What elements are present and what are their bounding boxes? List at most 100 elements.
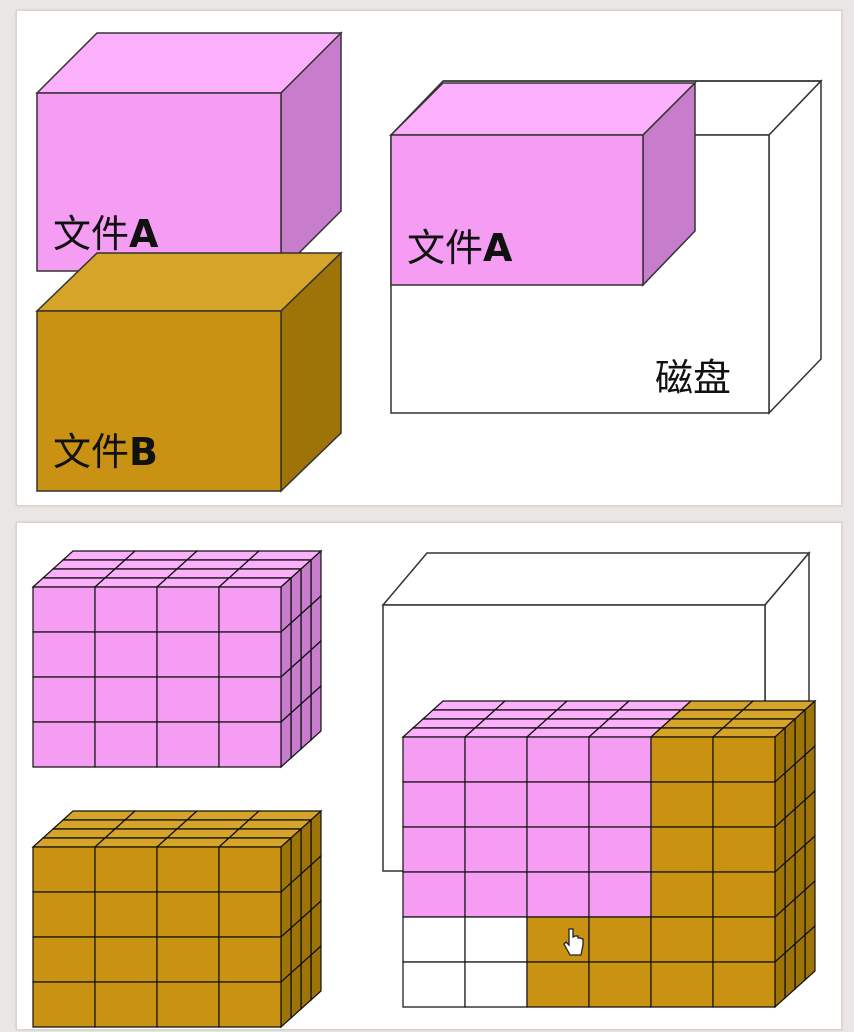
disk-block-top-cell bbox=[411, 718, 487, 729]
disk-block-top-cell bbox=[535, 718, 611, 729]
file-a-block-front-cell bbox=[156, 586, 220, 633]
disk2-top-face bbox=[381, 552, 811, 606]
disk-block-front-cell bbox=[526, 826, 590, 873]
file-a-block-top-cell bbox=[113, 559, 189, 570]
file-a-block-side-cell bbox=[310, 684, 322, 742]
file-a-block-side-cell bbox=[290, 702, 302, 760]
disk-block-front-cell bbox=[712, 736, 776, 783]
file-a-block-top-cell bbox=[61, 550, 137, 561]
file-a-block-front-cell bbox=[32, 676, 96, 723]
disk-block-front-cell bbox=[402, 916, 466, 963]
disk-label: 磁盘 bbox=[655, 356, 731, 400]
file-b-block-front-cell bbox=[156, 846, 220, 893]
disk-block-top-cell bbox=[431, 700, 507, 711]
file-a-block-top-cell bbox=[51, 559, 127, 570]
file-a-block-top-cell bbox=[237, 559, 313, 570]
file-a-block-front-cell bbox=[32, 586, 96, 633]
file-a-block-front-cell bbox=[94, 631, 158, 678]
disk-block-top-cell bbox=[401, 727, 477, 738]
disk-block-top-cell bbox=[525, 727, 601, 738]
disk-block-front-cell bbox=[650, 961, 714, 1008]
disk-block-front-cell bbox=[402, 961, 466, 1008]
file-a-block-front-cell bbox=[94, 676, 158, 723]
file-a-block-top-cell bbox=[41, 568, 117, 579]
file-b-block-top-cell bbox=[103, 828, 179, 839]
disk-side-face bbox=[768, 79, 822, 415]
file-a-block-front-cell bbox=[156, 721, 220, 768]
file-a-block-front-cell bbox=[94, 586, 158, 633]
file-a-block-top-cell bbox=[217, 577, 293, 588]
disk-block-top-cell bbox=[555, 700, 631, 711]
file-b-block-front-cell bbox=[218, 891, 282, 938]
disk-block-side-cell bbox=[784, 942, 796, 1000]
disk-block-top-cell bbox=[607, 709, 683, 720]
file-b-block-front-cell bbox=[32, 891, 96, 938]
file-a-block: 文件A bbox=[35, 31, 343, 273]
file-a-label: 文件A bbox=[53, 212, 159, 256]
file-a-block-top-cell bbox=[175, 559, 251, 570]
disk-block-front-cell bbox=[526, 781, 590, 828]
disk-block-top-cell bbox=[545, 709, 621, 720]
disk-block-front-cell bbox=[650, 871, 714, 918]
file-b-block-side-cell bbox=[310, 944, 322, 1002]
file-b-block-side-cell bbox=[290, 962, 302, 1020]
file-a-block-front-cell bbox=[218, 586, 282, 633]
disk-block-front-cell bbox=[588, 871, 652, 918]
disk-block-front-cell bbox=[464, 871, 528, 918]
file-b-block-top-cell bbox=[165, 828, 241, 839]
file-b-block-front-cell bbox=[218, 936, 282, 983]
disk-block-top-cell bbox=[617, 700, 693, 711]
contiguous-allocation-panel: 文件A 文件B 文件A 磁盘 bbox=[16, 10, 842, 506]
file-b-block-front-cell bbox=[32, 846, 96, 893]
file-a-block-front-cell bbox=[218, 676, 282, 723]
file-b-block-top-cell bbox=[51, 819, 127, 830]
file-a-block-top-cell bbox=[103, 568, 179, 579]
file-a-block-top-cell bbox=[123, 550, 199, 561]
file-b-block-top-cell bbox=[217, 837, 293, 848]
file-b-block-front-cell bbox=[156, 936, 220, 983]
disk-block-front-cell bbox=[712, 826, 776, 873]
file-b-block-side-cell bbox=[280, 971, 292, 1029]
disk-block-front-cell bbox=[588, 961, 652, 1008]
file-a-block-front-cell bbox=[32, 631, 96, 678]
block-allocation-diagram bbox=[31, 549, 817, 1029]
disk-block-front-cell bbox=[650, 826, 714, 873]
disk-block-top-cell bbox=[587, 727, 663, 738]
file-a-block-side-cell bbox=[280, 711, 292, 769]
file-b-block-top-cell bbox=[113, 819, 189, 830]
file-b-block-front-cell bbox=[218, 846, 282, 893]
disk-block-top-cell bbox=[597, 718, 673, 729]
disk-block-front-cell bbox=[526, 961, 590, 1008]
file-b-block: 文件B bbox=[35, 251, 343, 493]
disk-block-top-cell bbox=[721, 718, 797, 729]
file-b-block-top-cell bbox=[93, 837, 169, 848]
contiguous-allocation-diagram: 文件A 文件B 文件A 磁盘 bbox=[35, 31, 823, 493]
disk-block-front-cell bbox=[526, 871, 590, 918]
disk-block-top-cell bbox=[731, 709, 807, 720]
disk-block-front-cell bbox=[402, 826, 466, 873]
file-b-label: 文件B bbox=[53, 430, 158, 474]
disk-block-top-cell bbox=[659, 718, 735, 729]
disk-block-front-cell bbox=[402, 736, 466, 783]
file-b-block-top-cell bbox=[123, 810, 199, 821]
file-a-block-side-cell bbox=[300, 693, 312, 751]
disk-block-front-cell bbox=[464, 736, 528, 783]
file-b-block-front-cell bbox=[218, 981, 282, 1028]
disk-block-front-cell bbox=[650, 916, 714, 963]
file-a-block-front-cell bbox=[156, 676, 220, 723]
file-b-block-front-cell bbox=[94, 891, 158, 938]
file-a-block-top-cell bbox=[31, 577, 107, 588]
disk-block-top-cell bbox=[649, 727, 725, 738]
disk-block-top-cell bbox=[483, 709, 559, 720]
disk-file-a-top-face bbox=[389, 82, 697, 136]
disk-block-front-cell bbox=[650, 736, 714, 783]
file-a-block-top-cell bbox=[155, 577, 231, 588]
disk-block-top-cell bbox=[473, 718, 549, 729]
file-b-block-top-cell bbox=[227, 828, 303, 839]
file-a-block-top-cell bbox=[165, 568, 241, 579]
file-b-block-front-cell bbox=[32, 936, 96, 983]
file-b-block-front-cell bbox=[94, 846, 158, 893]
file-b-block-top-cell bbox=[185, 810, 261, 821]
file-a-block-top-cell bbox=[247, 550, 323, 561]
file-b-block-front-cell bbox=[32, 981, 96, 1028]
